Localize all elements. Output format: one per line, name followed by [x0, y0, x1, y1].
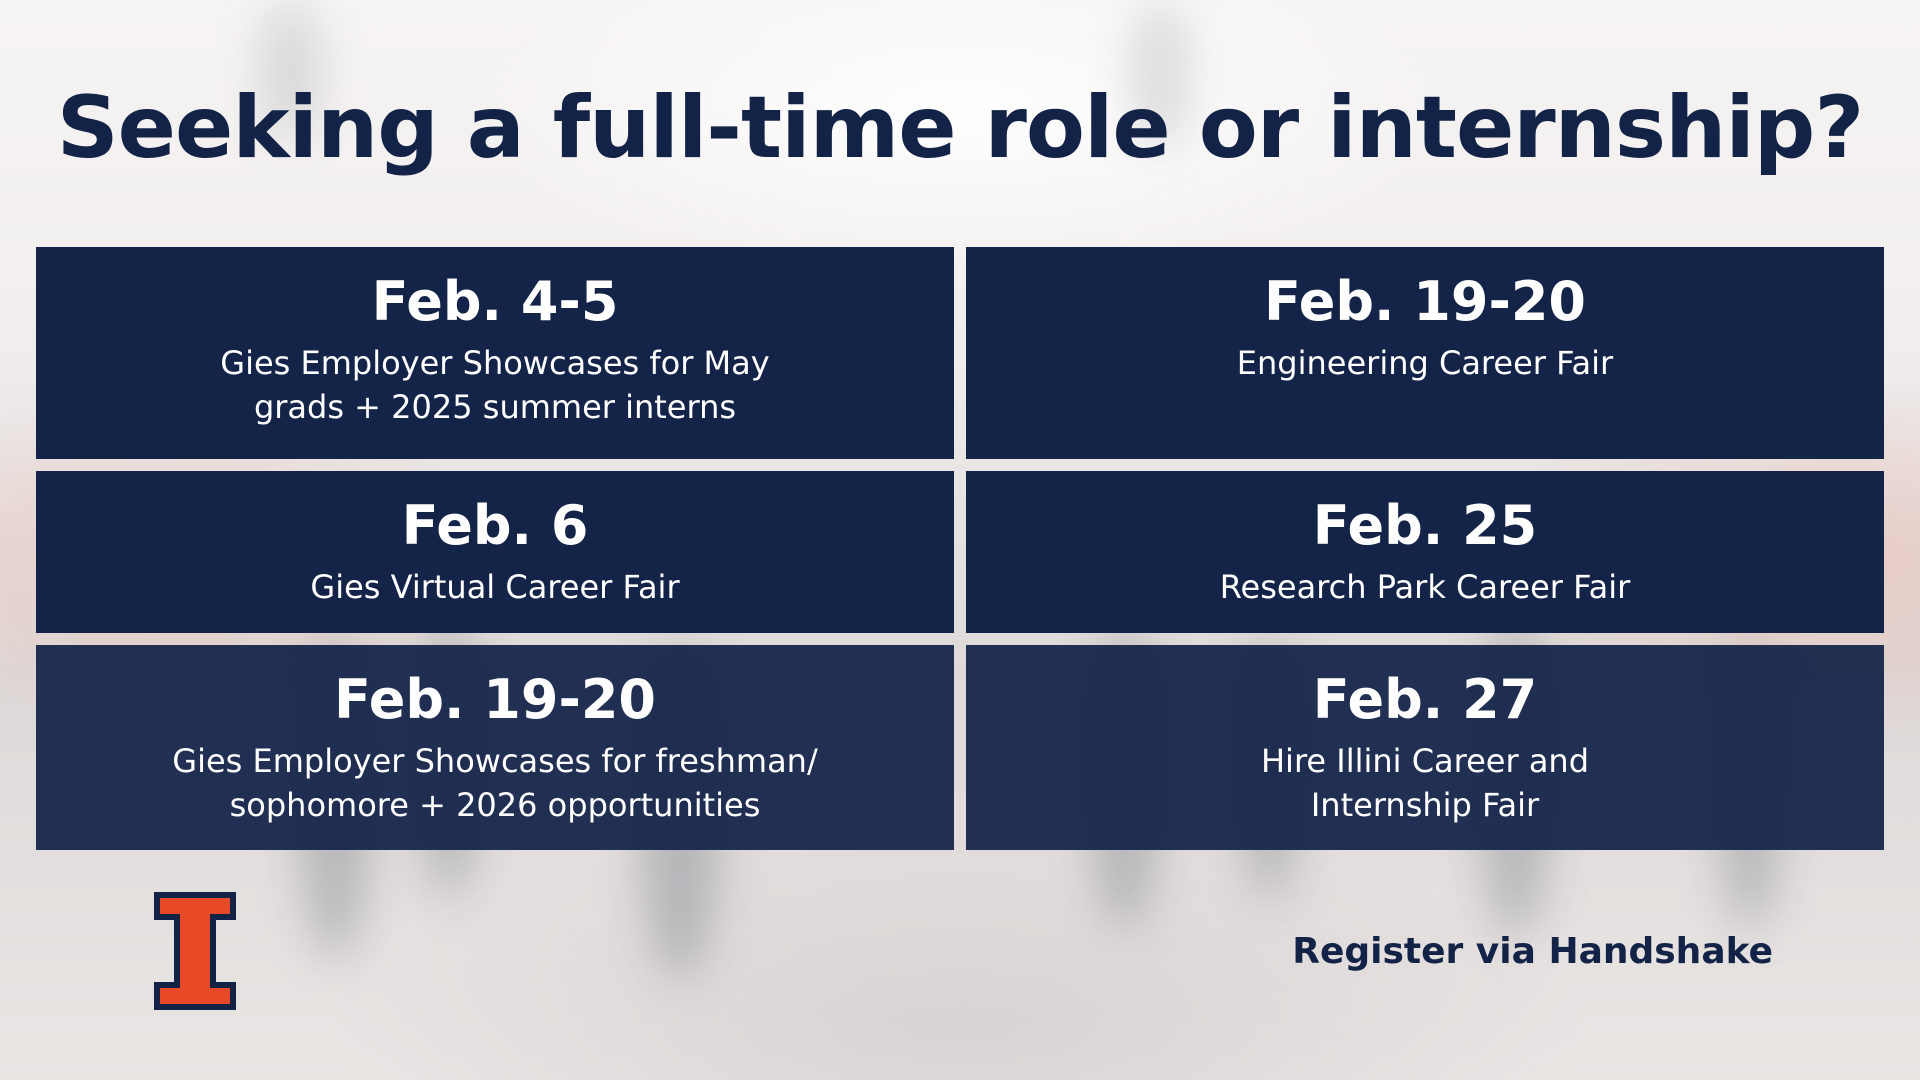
event-card: Feb. 25 Research Park Career Fair	[966, 471, 1884, 633]
event-card: Feb. 19-20 Engineering Career Fair	[966, 247, 1884, 459]
event-description: Research Park Career Fair	[1219, 568, 1631, 606]
event-date: Feb. 25	[1312, 494, 1538, 557]
event-card: Feb. 6 Gies Virtual Career Fair	[36, 471, 954, 633]
register-handshake-text: Register via Handshake	[1292, 931, 1773, 972]
event-date: Feb. 19-20	[334, 668, 656, 731]
event-description: Gies Employer Showcases for May grads + …	[220, 344, 770, 426]
event-description: Gies Employer Showcases for freshman/ so…	[172, 742, 818, 824]
event-date: Feb. 27	[1312, 668, 1538, 731]
event-date: Feb. 4-5	[371, 270, 619, 333]
event-description: Gies Virtual Career Fair	[310, 568, 680, 606]
event-description: Engineering Career Fair	[1236, 344, 1614, 382]
event-card: Feb. 27 Hire Illini Career and Internshi…	[966, 645, 1884, 850]
events-grid: Feb. 4-5 Gies Employer Showcases for May…	[36, 247, 1884, 850]
page-title: Seeking a full-time role or internship?	[56, 78, 1865, 178]
event-card: Feb. 19-20 Gies Employer Showcases for f…	[36, 645, 954, 850]
event-description: Hire Illini Career and Internship Fair	[1260, 742, 1590, 824]
block-i-logo	[154, 892, 236, 1010]
event-date: Feb. 6	[401, 494, 589, 557]
event-date: Feb. 19-20	[1264, 270, 1586, 333]
event-card: Feb. 4-5 Gies Employer Showcases for May…	[36, 247, 954, 459]
